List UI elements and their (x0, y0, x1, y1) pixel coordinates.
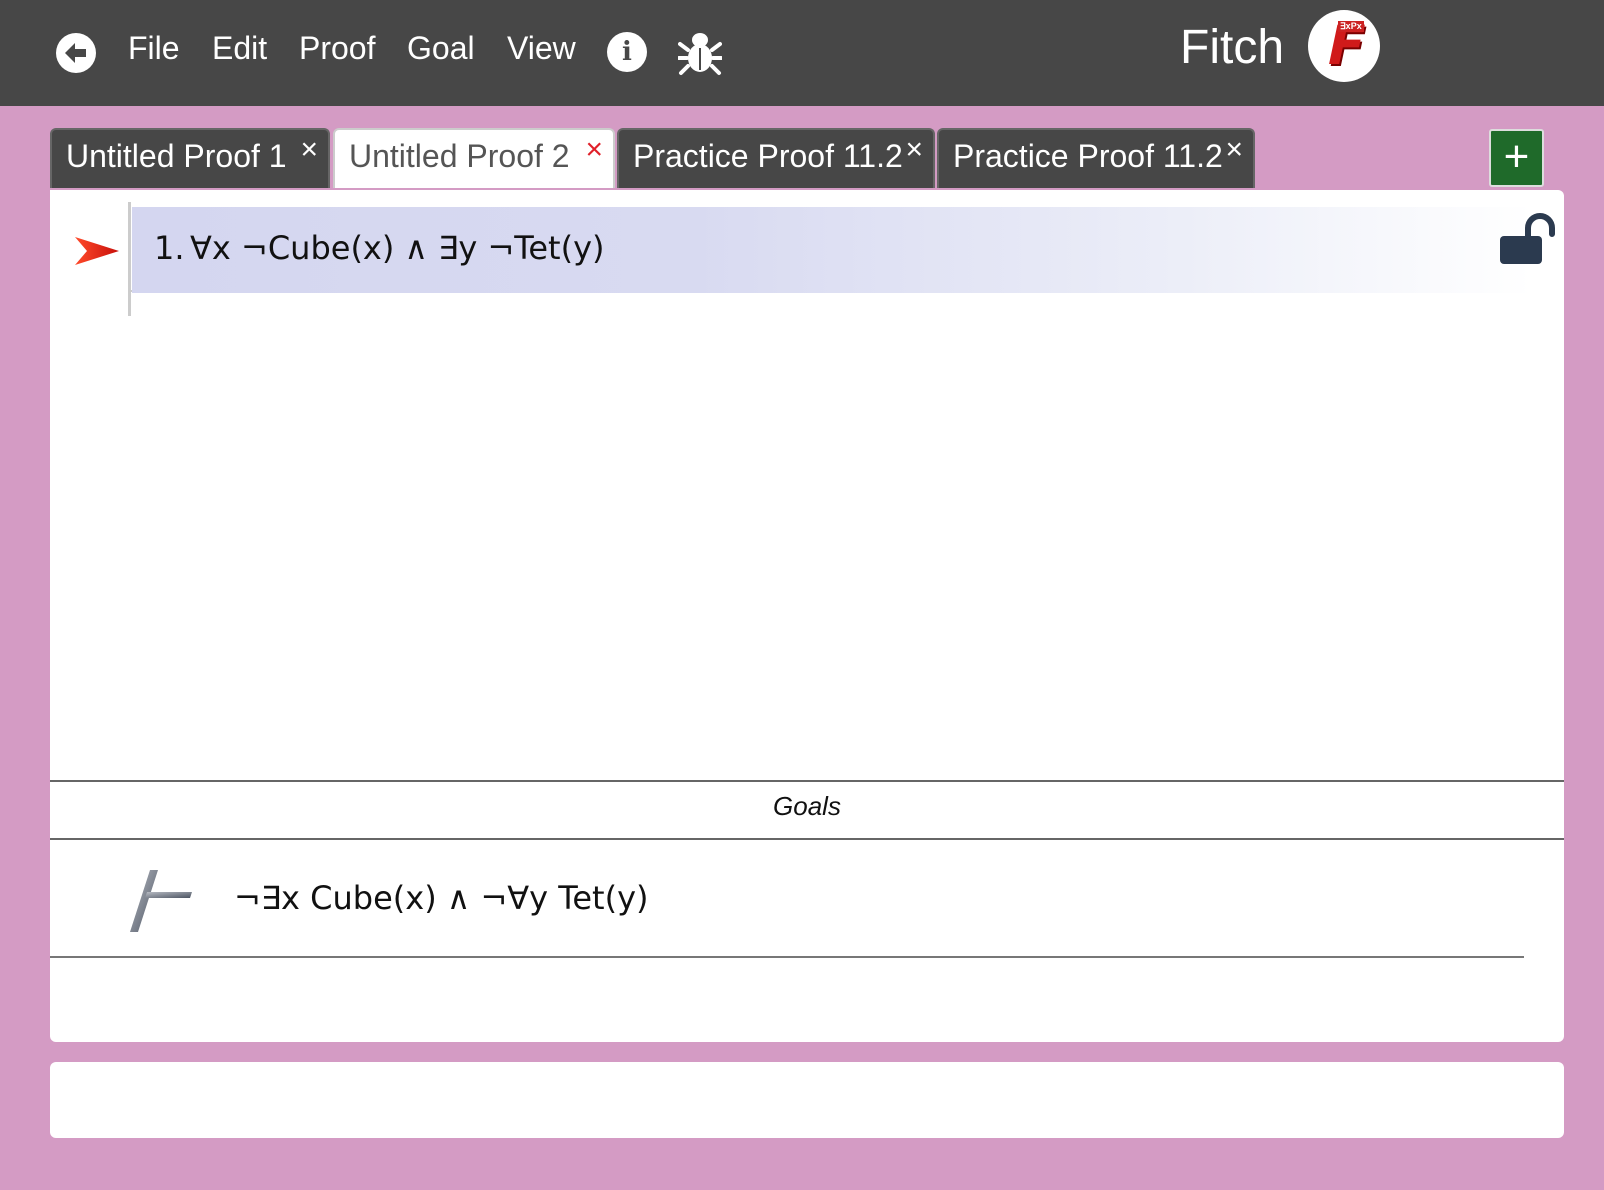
tab-label: Untitled Proof 2 (349, 138, 570, 174)
close-icon[interactable]: × (1225, 130, 1243, 176)
tab-label: Untitled Proof 1 (66, 138, 287, 174)
arrow-left-circle-icon (65, 43, 86, 63)
goal-formula[interactable]: ¬∃x Cube(x) ∧ ¬∀y Tet(y) (234, 878, 649, 918)
fitch-logo: F ∃xPx (1308, 10, 1380, 82)
info-icon[interactable]: i (607, 32, 647, 72)
menu-goal[interactable]: Goal (407, 28, 475, 68)
menu-edit[interactable]: Edit (212, 28, 267, 68)
tab-practice-proof-b[interactable]: Practice Proof 11.2 × (937, 128, 1255, 188)
tab-untitled-proof-1[interactable]: Untitled Proof 1 × (50, 128, 330, 188)
unlocked-padlock-icon[interactable] (1498, 212, 1558, 264)
app-title: Fitch (1180, 21, 1285, 74)
turnstile-icon (130, 870, 192, 932)
close-icon[interactable]: × (905, 130, 923, 176)
goals-divider-bottom (50, 838, 1564, 840)
tab-untitled-proof-2[interactable]: Untitled Proof 2 × (333, 128, 615, 188)
bug-icon[interactable] (677, 30, 723, 76)
tab-label: Practice Proof 11.2 (633, 138, 903, 174)
subproof-bar (128, 202, 131, 316)
menu-bar: File Edit Proof Goal View i Fitch F ∃xPx (0, 0, 1604, 106)
close-icon[interactable]: × (585, 130, 603, 176)
status-panel (50, 1062, 1564, 1138)
add-tab-button[interactable]: + (1489, 129, 1544, 187)
menu-view[interactable]: View (507, 28, 576, 68)
menu-proof[interactable]: Proof (299, 28, 375, 68)
goals-divider-top (50, 780, 1564, 782)
close-icon[interactable]: × (300, 130, 318, 176)
menu-file[interactable]: File (128, 28, 180, 68)
goals-header: Goals (773, 791, 841, 821)
line-number: 1. (154, 229, 185, 267)
premise-formula[interactable]: ∀x ¬Cube(x) ∧ ∃y ¬Tet(y) (190, 228, 605, 268)
red-arrow-icon (75, 237, 119, 265)
tab-practice-proof-a[interactable]: Practice Proof 11.2 × (617, 128, 935, 188)
goal-divider (50, 956, 1524, 958)
back-button[interactable] (56, 33, 96, 73)
logo-mini-text: ∃xPx (1338, 21, 1364, 32)
tab-label: Practice Proof 11.2 (953, 138, 1223, 174)
proof-panel: 1. ∀x ¬Cube(x) ∧ ∃y ¬Tet(y) Goals ¬∃x Cu… (50, 190, 1564, 1042)
